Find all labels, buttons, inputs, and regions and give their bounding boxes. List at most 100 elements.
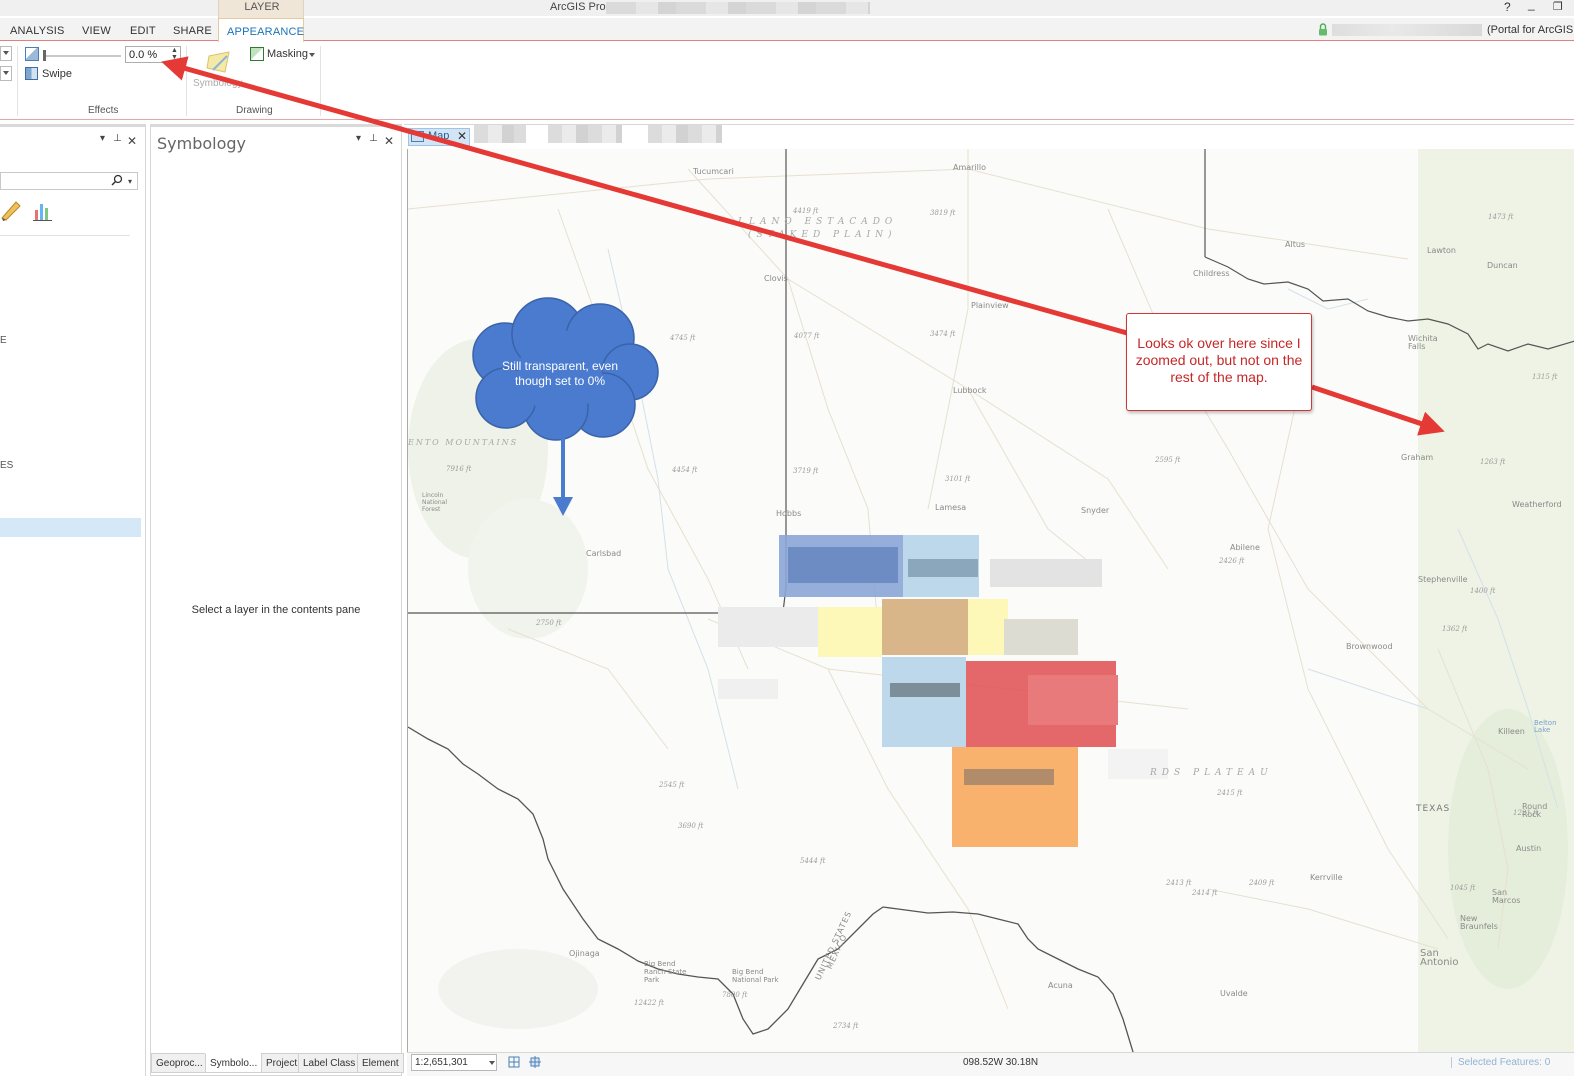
- county-fill-orange: [952, 747, 1078, 847]
- pin-icon[interactable]: ⊥: [113, 133, 122, 144]
- place-label: Kerrville: [1310, 873, 1343, 882]
- redacted-view-tab[interactable]: [648, 125, 722, 143]
- map-scale-input[interactable]: [411, 1054, 497, 1071]
- place-label: Stephenville: [1418, 575, 1468, 584]
- context-group-label: LAYER: [244, 1, 280, 13]
- place-label: Brownwood: [1346, 642, 1393, 651]
- place-label: San Antonio: [1420, 948, 1459, 968]
- pin-icon[interactable]: ⊥: [369, 133, 378, 144]
- place-label: Snyder: [1081, 506, 1110, 515]
- masking-icon[interactable]: [250, 47, 264, 61]
- grid-icon[interactable]: [507, 1055, 521, 1069]
- selected-layer-row[interactable]: [0, 518, 141, 537]
- symbology-pane-title: Symbology: [157, 134, 247, 153]
- symbology-button[interactable]: Symbology: [193, 78, 242, 89]
- place-label: New Braunfels: [1460, 914, 1498, 931]
- chevron-down-icon[interactable]: [489, 1061, 495, 1065]
- elevation-label: 3474 ft: [930, 330, 956, 338]
- place-label: Lubbock: [953, 386, 987, 395]
- restore-icon[interactable]: ❐: [1553, 0, 1563, 13]
- tab-view[interactable]: VIEW: [82, 25, 111, 37]
- elevation-label: 4419 ft: [793, 207, 819, 215]
- elevation-label: 12422 ft: [634, 999, 664, 1007]
- elevation-label: 2414 ft: [1192, 889, 1218, 897]
- layer-dropdown-1[interactable]: [0, 46, 12, 61]
- tab-analysis[interactable]: ANALYSIS: [10, 25, 65, 37]
- cloud-callout-text: Still transparent, even though set to 0%: [501, 359, 619, 388]
- redacted-view-tab[interactable]: [474, 125, 526, 143]
- swipe-button[interactable]: Swipe: [42, 68, 72, 80]
- region-label: ENTO MOUNTAINS: [408, 438, 519, 447]
- chart-icon[interactable]: [32, 200, 54, 222]
- place-label: Killeen: [1498, 727, 1525, 736]
- tab-edit[interactable]: EDIT: [130, 25, 156, 37]
- elevation-label: 2545 ft: [659, 781, 685, 789]
- elevation-label: 7800 ft: [722, 991, 748, 999]
- close-icon[interactable]: ✕: [127, 134, 137, 148]
- swipe-icon[interactable]: [25, 67, 38, 80]
- elevation-label: 3690 ft: [678, 822, 704, 830]
- county-label-redacted: [908, 559, 978, 577]
- elevation-label: 4077 ft: [794, 332, 820, 340]
- place-label: Austin: [1516, 844, 1542, 853]
- transparency-slider[interactable]: [43, 55, 121, 57]
- elevation-label: 2409 ft: [1249, 879, 1275, 887]
- tab-symbology[interactable]: Symbolo...: [205, 1053, 263, 1073]
- elevation-label: 2426 ft: [1219, 557, 1245, 565]
- tab-share[interactable]: SHARE: [173, 25, 212, 37]
- close-icon[interactable]: ✕: [384, 134, 394, 148]
- county-fill-yellow: [818, 607, 882, 657]
- redacted-view-tab[interactable]: [548, 125, 622, 143]
- place-label: Big Bend National Park: [732, 968, 779, 984]
- search-icon[interactable]: [111, 174, 123, 186]
- symbology-empty-message: Select a layer in the contents pane: [191, 604, 361, 616]
- ribbon-separator: [17, 46, 18, 116]
- elevation-label: 1362 ft: [1442, 625, 1468, 633]
- county-label-redacted: [718, 607, 818, 647]
- elevation-label: 5444 ft: [800, 857, 826, 865]
- transparency-slider-handle[interactable]: [43, 50, 46, 61]
- pane-options-icon[interactable]: ▾: [100, 133, 105, 144]
- chevron-down-icon: [3, 71, 9, 75]
- layer-dropdown-2[interactable]: [0, 66, 12, 81]
- tab-project[interactable]: Project: [261, 1053, 303, 1073]
- tab-appearance[interactable]: APPEARANCE: [218, 18, 304, 42]
- place-label: Wichita Falls: [1408, 334, 1438, 351]
- place-label: Clovis: [764, 274, 788, 283]
- county-label-redacted: [964, 769, 1054, 785]
- map-view[interactable]: Tucumcari Amarillo Altus Lawton Duncan C…: [407, 149, 1574, 1052]
- project-name-redacted: [606, 2, 870, 14]
- masking-button[interactable]: Masking: [267, 48, 308, 60]
- tab-label-class[interactable]: Label Class: [298, 1053, 361, 1073]
- county-fill-blue: [788, 547, 898, 583]
- close-icon[interactable]: ✕: [457, 129, 467, 143]
- minimize-icon[interactable]: _: [1528, 0, 1535, 11]
- ribbon-separator: [186, 46, 187, 116]
- place-label: Amarillo: [953, 163, 987, 172]
- chevron-down-icon[interactable]: ▾: [128, 177, 132, 186]
- transparency-icon: [25, 47, 39, 61]
- terrain-shade: [468, 499, 588, 639]
- pane-options-icon[interactable]: ▾: [356, 133, 361, 144]
- county-fill-yellow: [968, 599, 1008, 655]
- refresh-extent-icon[interactable]: [528, 1055, 542, 1069]
- cursor-coordinates: 098.52W 30.18N: [963, 1057, 1039, 1068]
- elevation-label: 2595 ft: [1155, 456, 1181, 464]
- user-name-redacted: [1332, 24, 1482, 36]
- help-icon[interactable]: ?: [1504, 0, 1511, 14]
- chevron-down-icon[interactable]: [309, 53, 315, 57]
- place-label: Lincoln National Forest: [422, 492, 448, 513]
- selected-features-count[interactable]: Selected Features: 0: [1451, 1057, 1550, 1068]
- tab-geoprocessing[interactable]: Geoproc...: [151, 1053, 208, 1073]
- place-label: Acuna: [1048, 981, 1073, 990]
- group-effects-label: Effects: [88, 105, 119, 116]
- map-tab-label[interactable]: Map: [428, 130, 449, 142]
- app-title: ArcGIS Pro -: [550, 1, 613, 13]
- portal-label[interactable]: (Portal for ArcGIS: [1487, 24, 1573, 36]
- note-callout-text: Looks ok over here since I zoomed out, b…: [1135, 335, 1303, 385]
- symbology-icon[interactable]: [205, 48, 233, 76]
- contents-pane: [0, 124, 146, 1076]
- tab-element[interactable]: Element: [357, 1053, 404, 1073]
- transparency-spinner[interactable]: ▲ ▼: [169, 47, 180, 62]
- edit-pencil-icon[interactable]: [0, 200, 22, 222]
